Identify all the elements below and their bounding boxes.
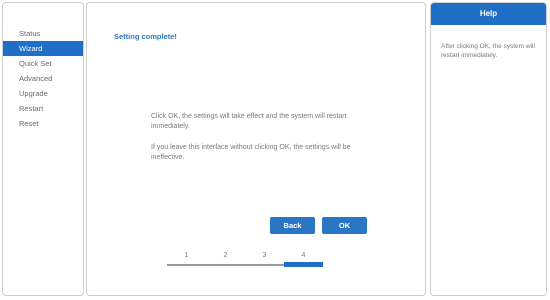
sidebar-nav: Status Wizard Quick Set Advanced Upgrade… (2, 2, 84, 296)
back-button[interactable]: Back (270, 217, 315, 234)
step-indicator: 1 2 3 4 (167, 250, 323, 270)
sidebar-item-reset[interactable]: Reset (3, 116, 83, 131)
step-1: 1 (184, 252, 189, 259)
sidebar-item-status[interactable]: Status (3, 26, 83, 41)
step-3: 3 (262, 252, 267, 259)
confirm-message: Click OK, the settings will take effect … (151, 113, 347, 130)
wizard-panel: Setting complete! Click OK, the settings… (86, 2, 426, 296)
help-panel: Help After clicking OK, the system will … (430, 2, 547, 296)
sidebar-item-advanced[interactable]: Advanced (3, 71, 83, 86)
app-frame: Status Wizard Quick Set Advanced Upgrade… (0, 0, 550, 300)
sidebar-item-restart[interactable]: Restart (3, 101, 83, 116)
warning-message: If you leave this interface without clic… (151, 144, 351, 161)
help-title: Help (431, 3, 546, 25)
help-text: After clicking OK, the system will resta… (441, 43, 535, 59)
page-title: Setting complete! (114, 32, 177, 41)
current-step-marker (284, 262, 323, 267)
sidebar-item-upgrade[interactable]: Upgrade (3, 86, 83, 101)
sidebar-item-quick-set[interactable]: Quick Set (3, 56, 83, 71)
ok-button[interactable]: OK (322, 217, 367, 234)
sidebar-item-wizard[interactable]: Wizard (3, 41, 83, 56)
step-4: 4 (301, 252, 306, 259)
step-2: 2 (223, 252, 228, 259)
